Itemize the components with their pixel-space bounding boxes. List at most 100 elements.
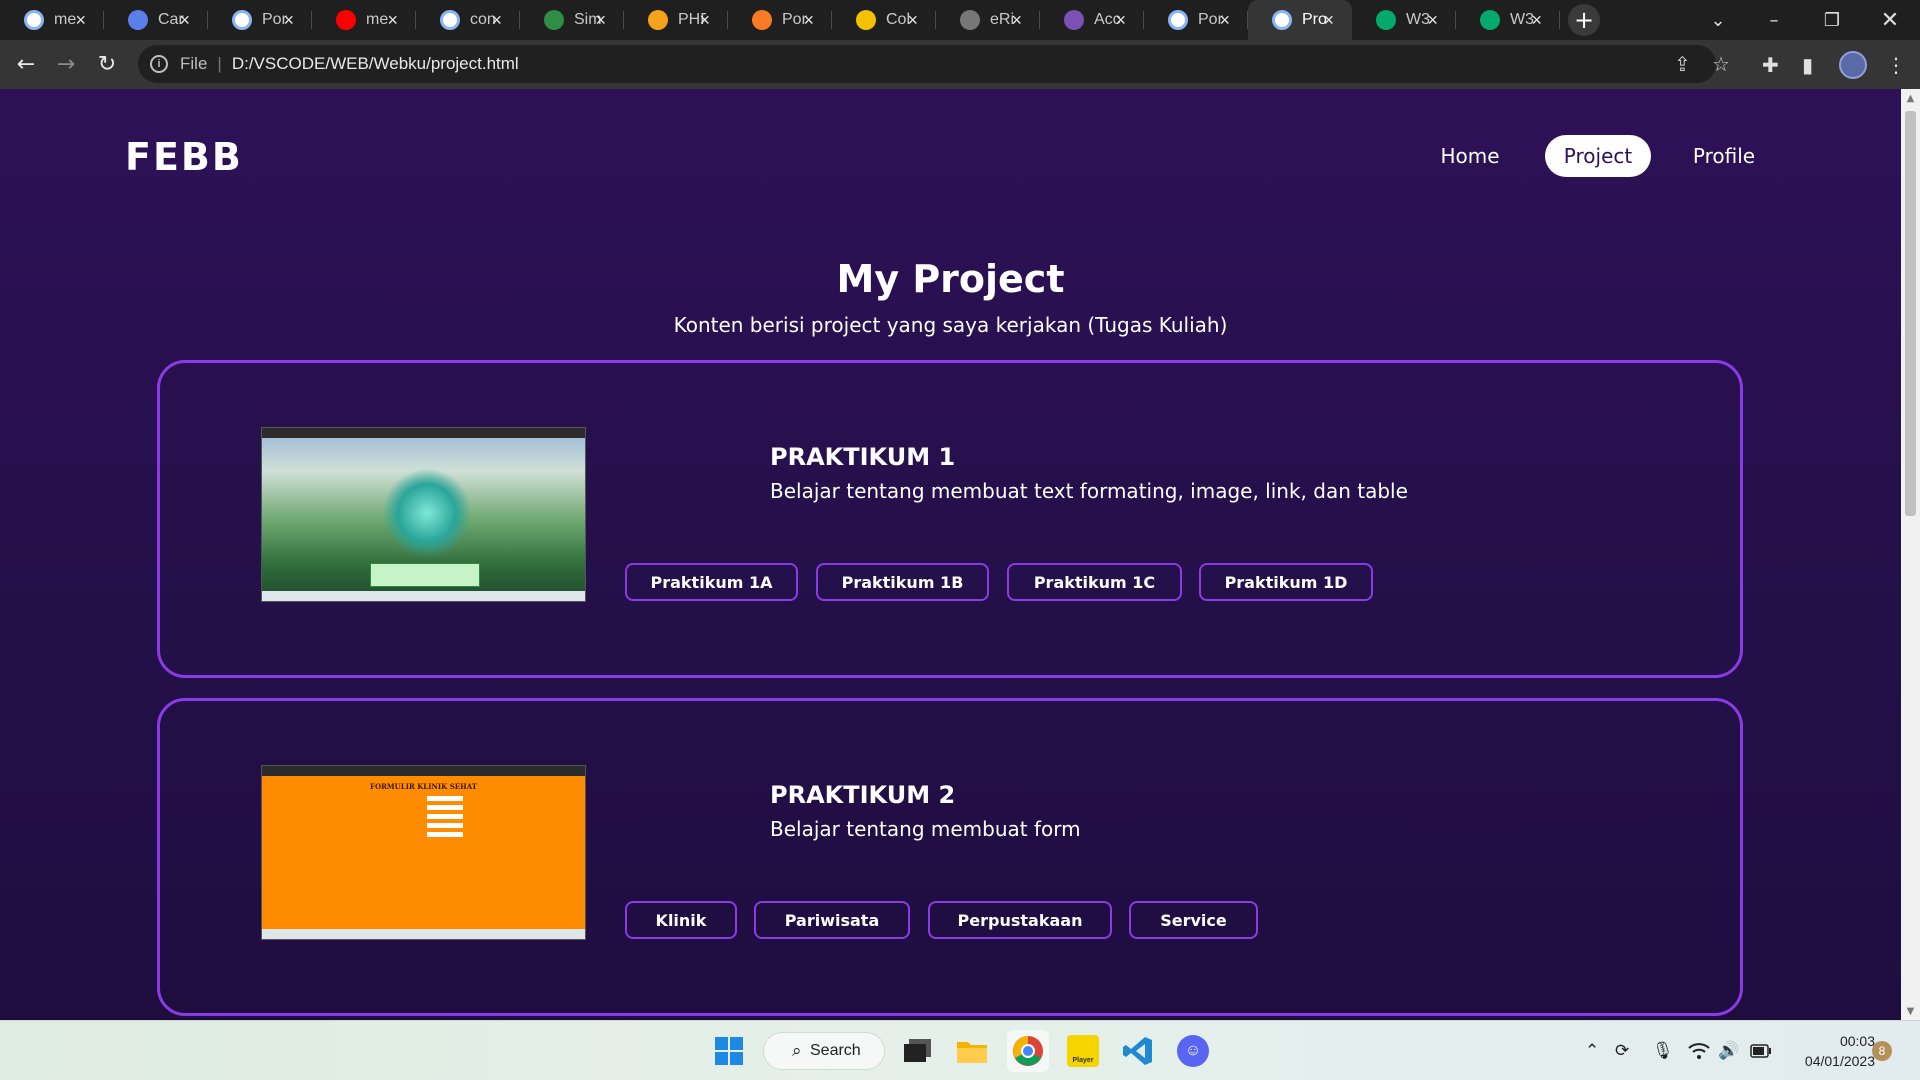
player-label: Player xyxy=(1067,1035,1099,1067)
url-text[interactable]: D:/VSCODE/WEB/Webku/project.html xyxy=(232,54,519,74)
player-icon[interactable]: Player xyxy=(1062,1030,1104,1072)
windows-start-icon[interactable] xyxy=(708,1030,750,1072)
service-button[interactable]: Service xyxy=(1129,901,1258,939)
close-tab-icon[interactable]: × xyxy=(803,10,814,31)
browser-tab[interactable]: Sim × xyxy=(520,0,624,40)
scroll-down-arrow-icon[interactable]: ▼ xyxy=(1901,1002,1920,1020)
browser-tab[interactable]: W3 × xyxy=(1352,0,1456,40)
close-tab-icon[interactable]: × xyxy=(1531,10,1542,31)
close-tab-icon[interactable]: × xyxy=(907,10,918,31)
chrome-icon[interactable] xyxy=(1007,1030,1049,1072)
browser-tab[interactable]: Por × xyxy=(728,0,832,40)
project-card-1: PRAKTIKUM 1 Belajar tentang membuat text… xyxy=(157,360,1743,678)
thumbnail-form-title: FORMULIR KLINIK SEHAT xyxy=(370,782,477,791)
project-title: PRAKTIKUM 2 xyxy=(770,781,956,809)
browser-tab[interactable]: eRi × xyxy=(936,0,1040,40)
close-tab-icon[interactable]: × xyxy=(595,10,606,31)
search-label: Search xyxy=(810,1042,861,1059)
avatar xyxy=(1839,50,1867,79)
browser-tab[interactable]: con × xyxy=(416,0,520,40)
close-window-button[interactable]: ✕ xyxy=(1862,0,1918,40)
bookmark-star-icon[interactable]: ☆ xyxy=(1712,45,1730,83)
nav-home[interactable]: Home xyxy=(1425,135,1515,177)
browser-tab[interactable]: Acc × xyxy=(1040,0,1144,40)
pariwisata-button[interactable]: Pariwisata xyxy=(754,901,910,939)
globe-icon xyxy=(1168,10,1188,30)
close-tab-icon[interactable]: × xyxy=(283,10,294,31)
praktikum-1b-button[interactable]: Praktikum 1B xyxy=(816,563,989,601)
new-tab-button[interactable]: + xyxy=(1568,4,1600,36)
wifi-icon[interactable] xyxy=(1688,1021,1710,1080)
project-title: PRAKTIKUM 1 xyxy=(770,443,956,471)
w3schools-icon xyxy=(1480,10,1500,30)
microphone-icon[interactable]: 🎙 xyxy=(1652,1021,1674,1080)
shield-icon xyxy=(856,10,876,30)
praktikum-1a-button[interactable]: Praktikum 1A xyxy=(625,563,798,601)
perpustakaan-button[interactable]: Perpustakaan xyxy=(928,901,1112,939)
praktikum-1c-button[interactable]: Praktikum 1C xyxy=(1007,563,1182,601)
tab-search-chevron-icon[interactable]: ⌄ xyxy=(1690,0,1746,40)
close-tab-icon[interactable]: × xyxy=(179,10,190,31)
nav-project[interactable]: Project xyxy=(1545,135,1651,177)
xampp-icon xyxy=(752,10,772,30)
forward-button[interactable]: → xyxy=(46,44,86,84)
close-tab-icon[interactable]: × xyxy=(491,10,502,31)
w3schools-icon xyxy=(1376,10,1396,30)
search-icon: ⌕ xyxy=(792,1041,802,1060)
system-clock[interactable]: 00:03 04/01/2023 xyxy=(1785,1031,1875,1071)
scrollbar-thumb[interactable] xyxy=(1905,111,1916,516)
browser-tab[interactable]: Por × xyxy=(208,0,312,40)
file-explorer-icon[interactable] xyxy=(951,1030,993,1072)
profile-avatar[interactable] xyxy=(1839,40,1867,89)
discord-icon[interactable]: ☺ xyxy=(1172,1030,1214,1072)
share-icon[interactable]: ⇪ xyxy=(1674,45,1691,83)
klinik-button[interactable]: Klinik xyxy=(625,901,737,939)
site-logo[interactable]: FEBB xyxy=(125,135,243,179)
thumbnail-character xyxy=(382,468,472,558)
close-tab-icon[interactable]: × xyxy=(1115,10,1126,31)
close-tab-icon[interactable]: × xyxy=(1219,10,1230,31)
close-tab-icon[interactable]: × xyxy=(1323,10,1334,31)
close-tab-icon[interactable]: × xyxy=(75,10,86,31)
back-button[interactable]: ← xyxy=(6,44,46,84)
project-thumbnail-1[interactable] xyxy=(261,427,586,602)
extensions-icon[interactable]: ✚ xyxy=(1762,40,1779,89)
project-thumbnail-2[interactable]: FORMULIR KLINIK SEHAT xyxy=(261,765,586,940)
close-tab-icon[interactable]: × xyxy=(699,10,710,31)
close-tab-icon[interactable]: × xyxy=(1427,10,1438,31)
google-icon xyxy=(24,10,44,30)
browser-toolbar: ← → ↻ i File | D:/VSCODE/WEB/Webku/proje… xyxy=(0,40,1920,89)
browser-tab[interactable]: PHF × xyxy=(624,0,728,40)
project-description: Belajar tentang membuat text formating, … xyxy=(770,479,1408,503)
vscode-icon[interactable] xyxy=(1117,1030,1159,1072)
page-scrollbar[interactable]: ▲ ▼ xyxy=(1901,89,1920,1020)
address-bar[interactable]: i File | D:/VSCODE/WEB/Webku/project.htm… xyxy=(138,45,1730,83)
show-hidden-icons-chevron-icon[interactable]: ⌃ xyxy=(1585,1021,1599,1080)
browser-tab[interactable]: Car × xyxy=(104,0,208,40)
site-info-icon[interactable]: i xyxy=(150,55,168,73)
restore-button[interactable]: ❐ xyxy=(1804,0,1860,40)
browser-tab[interactable]: Pro × xyxy=(1248,0,1352,40)
browser-tab[interactable]: W3 × xyxy=(1456,0,1560,40)
volume-icon[interactable]: 🔊 xyxy=(1718,1021,1739,1080)
windows-taskbar: ⌕ Search Player ☺ ⌃ ⟳ 🎙 🔊 00:03 04/01/20… xyxy=(0,1020,1920,1080)
taskbar-search[interactable]: ⌕ Search xyxy=(763,1032,885,1070)
browser-tab[interactable]: Col × xyxy=(832,0,936,40)
nav-profile[interactable]: Profile xyxy=(1678,135,1770,177)
menu-kebab-icon[interactable]: ⋮ xyxy=(1886,40,1906,89)
page-subtitle: Konten berisi project yang saya kerjakan… xyxy=(673,313,1228,337)
scroll-up-arrow-icon[interactable]: ▲ xyxy=(1901,89,1920,107)
notification-badge[interactable]: 8 xyxy=(1872,1041,1892,1061)
close-tab-icon[interactable]: × xyxy=(387,10,398,31)
close-tab-icon[interactable]: × xyxy=(1011,10,1022,31)
side-panel-icon[interactable]: ▮ xyxy=(1802,40,1813,89)
battery-icon[interactable] xyxy=(1750,1021,1772,1080)
reload-button[interactable]: ↻ xyxy=(87,44,127,84)
browser-tab[interactable]: Por × xyxy=(1144,0,1248,40)
sync-icon[interactable]: ⟳ xyxy=(1615,1021,1629,1080)
minimize-button[interactable]: – xyxy=(1746,0,1802,40)
task-view-icon[interactable] xyxy=(897,1030,939,1072)
praktikum-1d-button[interactable]: Praktikum 1D xyxy=(1199,563,1373,601)
browser-tab[interactable]: me × xyxy=(0,0,104,40)
browser-tab[interactable]: me × xyxy=(312,0,416,40)
